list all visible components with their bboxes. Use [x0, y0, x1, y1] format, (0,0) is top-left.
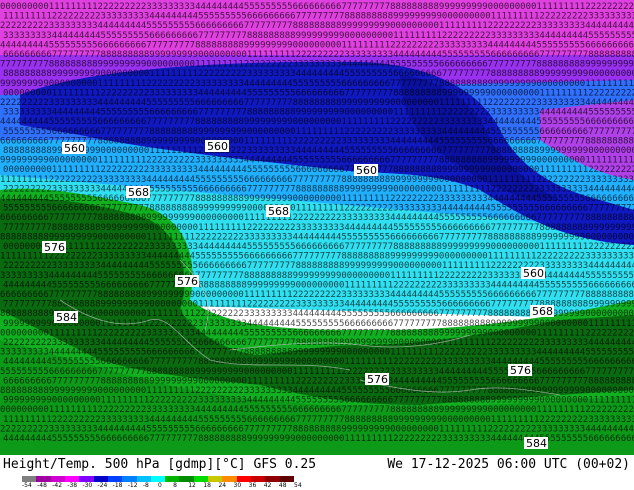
contour-label-568-a: 568: [126, 186, 150, 199]
texture-row: 6666666667777777778888888889999999990000…: [3, 376, 634, 386]
texture-row: 4444444445555555556666666667777777778888…: [0, 117, 634, 127]
contour-label-568-b: 568: [266, 205, 290, 218]
svg-text:584: 584: [526, 437, 547, 450]
svg-text:560: 560: [64, 142, 85, 155]
colorbar-tick-label: -24: [97, 482, 108, 489]
svg-text:576: 576: [367, 373, 388, 386]
colorbar-tick-label: -54: [22, 482, 32, 489]
texture-row: 6666666667777777778888888889999999990000…: [0, 136, 634, 146]
texture-row: 6666666667777777778888888889999999990000…: [0, 290, 634, 300]
texture-row: 1111111112222222223333333334444444445555…: [3, 415, 634, 425]
svg-text:568: 568: [532, 305, 553, 318]
colorbar-tick-label: -48: [37, 482, 47, 489]
texture-row: 2222222223333333334444444445555555556666…: [3, 184, 634, 194]
colorbar-tick-label: 0: [158, 482, 162, 489]
texture-row: 6666666667777777778888888889999999990000…: [0, 213, 634, 223]
colorbar-tick-label: 18: [203, 482, 211, 489]
colorbar-ticks: -54 -48 -42 -38 -30 -24 -18 -12 -8 0 8 12 18 24 30 36 42…: [18, 482, 302, 490]
weather-map: 0000000001111111112222222223333333334444…: [0, 0, 634, 455]
texture-row: 4444444445555555556666666667777777778888…: [3, 280, 634, 290]
texture-row: 4444444445555555556666666667777777778888…: [0, 40, 634, 50]
svg-text:576: 576: [44, 241, 65, 254]
colorbar-tick-label: 8: [173, 482, 177, 489]
svg-text:560: 560: [356, 164, 377, 177]
texture-row: 5555555556666666667777777778888888889999…: [3, 204, 634, 214]
contour-label-576-d: 576: [508, 364, 532, 377]
texture-row: 3333333334444444445555555556666666667777…: [3, 31, 634, 41]
texture-row: 8888888889999999990000000001111111112222…: [3, 146, 634, 156]
texture-row: 7777777778888888889999999990000000001111…: [3, 223, 634, 233]
contour-label-560-c: 560: [354, 164, 378, 177]
texture-row: 6666666667777777778888888889999999990000…: [3, 50, 634, 60]
colorbar-tick-label: -12: [127, 482, 138, 489]
texture-row: 1111111112222222223333333334444444445555…: [0, 175, 634, 185]
texture-row: 2222222223333333334444444445555555556666…: [0, 424, 634, 434]
contour-label-576-b: 576: [175, 275, 199, 288]
texture-row: 9999999990000000001111111112222222223333…: [3, 396, 634, 406]
texture-row: 5555555556666666667777777778888888889999…: [3, 127, 634, 137]
texture-row: 0000000001111111112222222223333333334444…: [0, 405, 634, 415]
texture-row: 9999999990000000001111111112222222223333…: [0, 79, 634, 89]
texture-row: 8888888889999999990000000001111111112222…: [0, 232, 634, 242]
svg-text:576: 576: [177, 275, 198, 288]
texture-row: 1111111112222222223333333334444444445555…: [3, 12, 634, 22]
texture-row: 3333333334444444445555555556666666667777…: [3, 108, 634, 118]
map-title: Height/Temp. 500 hPa [gdmp][°C] GFS 0.25: [3, 457, 317, 472]
valid-time: We 17-12-2025 06:00 UTC (00+02): [387, 457, 630, 472]
colorbar-tick-label: 36: [248, 482, 257, 489]
svg-text:568: 568: [268, 205, 289, 218]
contour-label-576-c: 576: [365, 373, 389, 386]
svg-text:560: 560: [207, 140, 228, 153]
svg-text:568: 568: [128, 186, 149, 199]
colorbar-tick-label: -18: [112, 482, 123, 489]
svg-text:584: 584: [56, 311, 77, 324]
colorbar-tick-label: 42: [263, 482, 272, 489]
colorbar-tick-label: 48: [278, 482, 287, 489]
texture-row: 9999999990000000001111111112222222223333…: [3, 319, 634, 329]
contour-label-568-c: 568: [530, 305, 554, 318]
texture-row: 2222222223333333334444444445555555556666…: [0, 21, 634, 31]
colorbar-tick-label: 24: [218, 482, 227, 489]
colorbar-tick-label: -30: [82, 482, 93, 489]
contour-label-560-b: 560: [205, 140, 229, 153]
texture-row: 8888888889999999990000000001111111112222…: [0, 386, 634, 396]
texture-row: 0000000001111111112222222223333333334444…: [0, 328, 634, 338]
texture-row: 7777777778888888889999999990000000001111…: [0, 60, 634, 70]
texture-row: 0000000001111111112222222223333333334444…: [0, 2, 634, 12]
contour-label-576-a: 576: [42, 241, 66, 254]
texture-row: 0000000001111111112222222223333333334444…: [3, 165, 634, 175]
contour-label-584-a: 584: [54, 311, 78, 324]
map-footer: Height/Temp. 500 hPa [gdmp][°C] GFS 0.25…: [0, 455, 634, 490]
colorbar-tick-label: -8: [142, 482, 149, 489]
texture-row: 1111111112222222223333333334444444445555…: [0, 252, 634, 262]
colorbar-tick-label: 54: [294, 482, 302, 489]
contour-label-560-d: 560: [521, 267, 545, 280]
colorbar-tick-label: 30: [233, 482, 242, 489]
contour-label-584-b: 584: [524, 437, 548, 450]
texture-row: 9999999990000000001111111112222222223333…: [0, 156, 634, 166]
texture-row: 0000000001111111112222222223333333334444…: [3, 242, 634, 252]
contour-label-560-a: 560: [62, 142, 86, 155]
texture-row: 3333333334444444445555555556666666667777…: [0, 348, 634, 358]
texture-row: 5555555556666666667777777778888888889999…: [0, 367, 634, 377]
colorbar-tick-label: -42: [52, 482, 63, 489]
svg-text:576: 576: [510, 364, 531, 377]
texture-row: 8888888889999999990000000001111111112222…: [3, 69, 634, 79]
texture-row: 2222222223333333334444444445555555556666…: [0, 98, 634, 108]
colorbar-tick-label: 12: [188, 482, 196, 489]
texture-row: 0000000001111111112222222223333333334444…: [3, 88, 634, 98]
texture-row: 4444444445555555556666666667777777778888…: [0, 194, 634, 204]
colorbar-tick-label: -38: [67, 482, 78, 489]
svg-text:560: 560: [523, 267, 544, 280]
